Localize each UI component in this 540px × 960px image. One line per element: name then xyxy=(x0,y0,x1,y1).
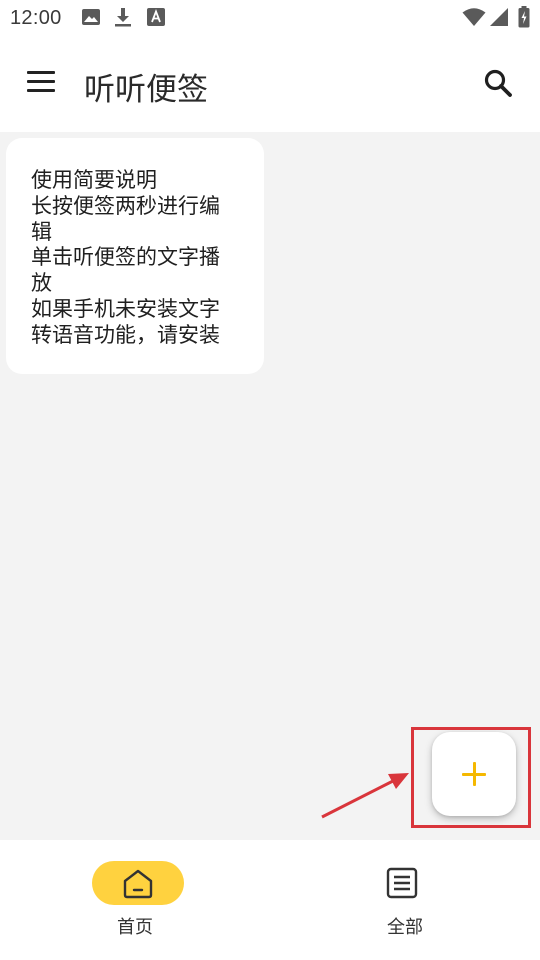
signal-icon xyxy=(489,7,509,27)
nav-label-home: 首页 xyxy=(117,917,153,938)
home-icon xyxy=(123,869,153,899)
add-note-button[interactable] xyxy=(432,732,516,816)
note-text: 使用简要说明 长按便签两秒进行编辑 单击听便签的文字播放 如果手机未安装文字转语… xyxy=(31,168,220,347)
status-time: 12:00 xyxy=(10,7,62,29)
list-icon xyxy=(386,867,418,899)
plus-icon xyxy=(462,762,486,786)
page-title: 听听便签 xyxy=(84,72,208,108)
download-icon xyxy=(114,8,132,28)
nav-item-all[interactable]: 全部 xyxy=(270,840,540,960)
search-button[interactable] xyxy=(480,66,520,106)
status-bar: 12:00 xyxy=(0,0,540,36)
bottom-nav: 首页 全部 xyxy=(0,840,540,960)
search-icon xyxy=(484,69,512,97)
nav-label-all: 全部 xyxy=(387,917,423,938)
battery-icon xyxy=(518,6,530,28)
app-bar: 听听便签 xyxy=(0,36,540,132)
wifi-icon xyxy=(462,7,486,27)
nav-item-home[interactable]: 首页 xyxy=(0,840,270,960)
menu-button[interactable] xyxy=(22,66,62,102)
font-icon xyxy=(147,8,165,26)
image-icon xyxy=(82,8,100,26)
note-card[interactable]: 使用简要说明 长按便签两秒进行编辑 单击听便签的文字播放 如果手机未安装文字转语… xyxy=(6,138,264,374)
notes-grid: 使用简要说明 长按便签两秒进行编辑 单击听便签的文字播放 如果手机未安装文字转语… xyxy=(0,132,540,840)
menu-icon xyxy=(27,71,55,74)
